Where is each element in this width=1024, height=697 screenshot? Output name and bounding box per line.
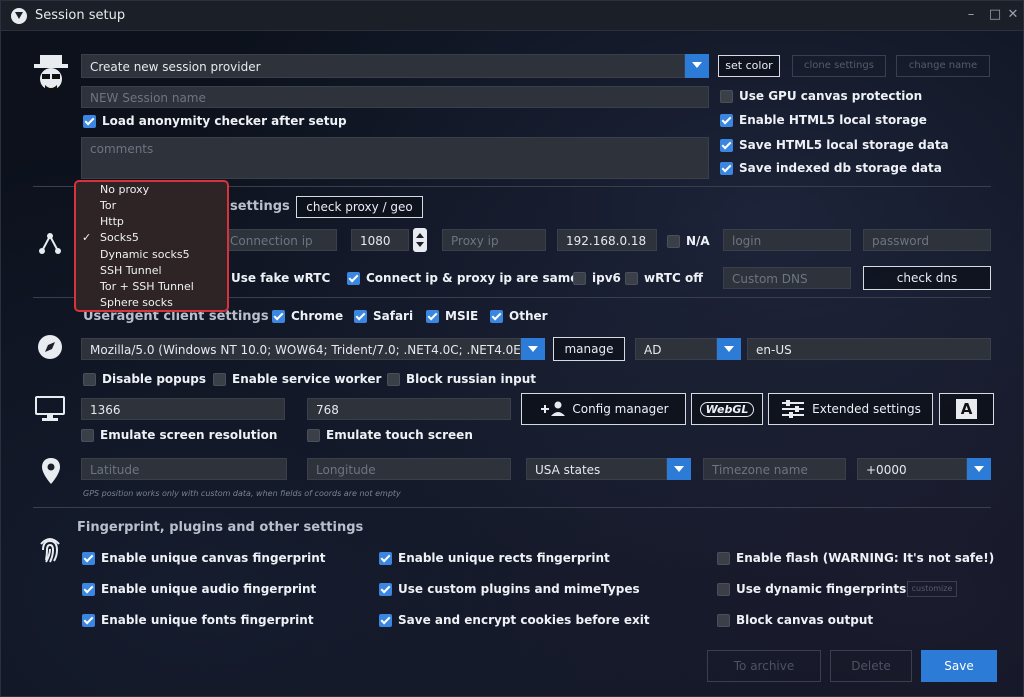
rects-fingerprint-checkbox[interactable]: Enable unique rects fingerprint: [379, 551, 610, 565]
service-worker-checkbox[interactable]: Enable service worker: [213, 372, 381, 386]
menu-item-tor-ssh-tunnel[interactable]: Tor + SSH Tunnel: [100, 280, 194, 293]
extended-settings-button[interactable]: Extended settings: [768, 393, 933, 425]
minimize-icon[interactable]: –: [963, 7, 979, 23]
menu-item-tor[interactable]: Tor: [100, 199, 116, 212]
config-manager-button[interactable]: Config manager: [521, 393, 686, 425]
webgl-button[interactable]: WebGL: [691, 393, 763, 425]
chevron-down-icon[interactable]: [667, 458, 691, 480]
country-select[interactable]: AD: [635, 338, 717, 360]
customize-button[interactable]: customize: [907, 581, 957, 597]
html5-local-checkbox[interactable]: Enable HTML5 local storage: [720, 113, 927, 127]
load-checker-checkbox[interactable]: Load anonymity checker after setup: [83, 114, 347, 128]
save-button[interactable]: Save: [921, 650, 997, 682]
chevron-down-icon[interactable]: [521, 338, 545, 360]
timezone-input[interactable]: Timezone name: [703, 458, 846, 480]
webrtc-off-checkbox[interactable]: wRTC off: [625, 271, 703, 285]
timezone-offset-select[interactable]: +0000: [857, 458, 967, 480]
safari-checkbox[interactable]: Safari: [354, 309, 413, 323]
msie-checkbox[interactable]: MSIE: [426, 309, 478, 323]
emulate-resolution-checkbox[interactable]: Emulate screen resolution: [81, 428, 277, 442]
fingerprint-icon: [40, 538, 60, 563]
manage-button[interactable]: manage: [553, 337, 625, 361]
port-input[interactable]: 1080: [351, 229, 409, 251]
provider-select[interactable]: Create new session provider: [81, 54, 685, 78]
check-proxy-button[interactable]: check proxy / geo: [296, 196, 423, 218]
screen-height-input[interactable]: 768: [307, 398, 511, 420]
region-select[interactable]: USA states: [526, 458, 667, 480]
app-logo-icon: [11, 8, 27, 24]
disable-popups-checkbox[interactable]: Disable popups: [83, 372, 206, 386]
chrome-checkbox[interactable]: Chrome: [272, 309, 343, 323]
useragent-select[interactable]: Mozilla/5.0 (Windows NT 10.0; WOW64; Tri…: [81, 338, 521, 360]
menu-item-sphere-socks[interactable]: Sphere socks: [100, 296, 173, 309]
menu-item-ssh-tunnel[interactable]: SSH Tunnel: [100, 264, 162, 277]
proxy-section-title: settings: [230, 199, 290, 214]
window-title: Session setup: [35, 8, 126, 23]
password-input[interactable]: password: [863, 229, 991, 251]
other-checkbox[interactable]: Other: [490, 309, 548, 323]
spinner-icon[interactable]: [413, 228, 427, 252]
close-icon[interactable]: ✕: [1005, 7, 1021, 23]
change-name-button[interactable]: change name: [896, 55, 990, 77]
chevron-down-icon[interactable]: [717, 338, 741, 360]
delete-button[interactable]: Delete: [830, 650, 912, 682]
emulate-touch-checkbox[interactable]: Emulate touch screen: [307, 428, 473, 442]
connection-ip-input[interactable]: Connection ip: [221, 229, 337, 251]
block-russian-checkbox[interactable]: Block russian input: [387, 372, 536, 386]
na-checkbox[interactable]: N/A: [667, 234, 710, 248]
fonts-fingerprint-checkbox[interactable]: Enable unique fonts fingerprint: [82, 613, 314, 627]
to-archive-button[interactable]: To archive: [707, 650, 821, 682]
gpu-canvas-checkbox[interactable]: Use GPU canvas protection: [720, 89, 922, 103]
language-input[interactable]: en-US: [747, 338, 991, 360]
menu-item-http[interactable]: Http: [100, 215, 124, 228]
font-icon: A: [955, 399, 978, 419]
chevron-down-icon[interactable]: [685, 54, 709, 78]
fake-webrtc-checkbox[interactable]: Use fake wRTC: [231, 271, 330, 285]
maximize-icon[interactable]: □: [987, 7, 1003, 23]
login-input[interactable]: login: [723, 229, 851, 251]
latitude-input[interactable]: Latitude: [81, 458, 287, 480]
block-canvas-checkbox[interactable]: Block canvas output: [717, 613, 873, 627]
check-dns-button[interactable]: check dns: [863, 266, 991, 290]
enable-flash-checkbox[interactable]: Enable flash (WARNING: It's not safe!): [717, 551, 994, 565]
menu-item-no-proxy[interactable]: No proxy: [100, 183, 149, 196]
monitor-icon: [35, 396, 65, 421]
set-color-button[interactable]: set color: [718, 55, 780, 77]
session-name-input[interactable]: NEW Session name: [81, 86, 709, 108]
font-settings-button[interactable]: A: [939, 393, 994, 425]
custom-dns-input[interactable]: Custom DNS: [723, 267, 851, 289]
sliders-icon: [782, 400, 805, 418]
audio-fingerprint-checkbox[interactable]: Enable unique audio fingerprint: [82, 582, 316, 596]
save-html5-checkbox[interactable]: Save HTML5 local storage data: [720, 138, 949, 152]
gps-hint: GPS position works only with custom data…: [83, 489, 401, 498]
compass-icon: [38, 335, 62, 359]
dynamic-fingerprints-checkbox[interactable]: Use dynamic fingerprints: [717, 582, 906, 596]
session-setup-window: Session setup – □ ✕ Create new session p…: [0, 0, 1024, 697]
webgl-logo: WebGL: [699, 401, 755, 417]
fingerprint-section-title: Fingerprint, plugins and other settings: [77, 520, 364, 535]
comments-input[interactable]: comments: [81, 137, 709, 179]
title-bar: Session setup – □ ✕: [1, 1, 1023, 31]
local-ip-field: 192.168.0.18: [557, 229, 657, 251]
divider: [33, 507, 991, 508]
checkmark-icon: ✓: [82, 231, 92, 244]
menu-item-dynamic-socks5[interactable]: Dynamic socks5: [100, 248, 190, 261]
proxy-type-menu: No proxy Tor Http ✓ Socks5 Dynamic socks…: [74, 180, 229, 312]
ipv6-checkbox[interactable]: ipv6: [573, 271, 621, 285]
menu-item-socks5[interactable]: Socks5: [100, 231, 139, 244]
network-icon: [39, 233, 61, 254]
chevron-down-icon[interactable]: [967, 458, 991, 480]
save-indexed-checkbox[interactable]: Save indexed db storage data: [720, 161, 942, 175]
location-pin-icon: [42, 458, 60, 484]
custom-plugins-checkbox[interactable]: Use custom plugins and mimeTypes: [379, 582, 640, 596]
avatar-icon: [34, 55, 68, 92]
proxy-ip-input[interactable]: Proxy ip: [442, 229, 546, 251]
config-manager-icon: [541, 401, 566, 416]
screen-width-input[interactable]: 1366: [81, 398, 285, 420]
canvas-fingerprint-checkbox[interactable]: Enable unique canvas fingerprint: [82, 551, 325, 565]
encrypt-cookies-checkbox[interactable]: Save and encrypt cookies before exit: [379, 613, 650, 627]
clone-settings-button[interactable]: clone settings: [792, 55, 886, 77]
longitude-input[interactable]: Longitude: [307, 458, 511, 480]
same-ip-checkbox[interactable]: Connect ip & proxy ip are same: [347, 271, 578, 285]
